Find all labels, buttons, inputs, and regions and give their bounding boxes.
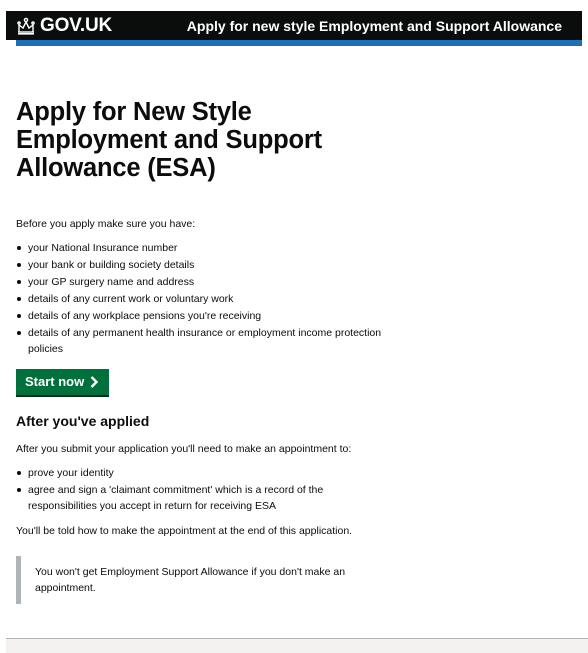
- appointment-info-text: You'll be told how to make the appointme…: [16, 525, 353, 537]
- page-title: Apply for New Style Employment and Suppo…: [16, 98, 322, 182]
- logo-text: GOV.UK: [40, 15, 113, 36]
- site-footer: [6, 638, 588, 653]
- service-name-link[interactable]: Apply for new style Employment and Suppo…: [187, 17, 562, 35]
- main-content: Apply for New Style Employment and Suppo…: [16, 98, 396, 604]
- crown-icon: [16, 17, 36, 35]
- list-item: prove your identity: [17, 465, 388, 481]
- list-item: your GP surgery name and address: [17, 274, 388, 290]
- chevron-right-icon: [90, 376, 99, 388]
- start-now-button[interactable]: Start now: [16, 369, 110, 395]
- list-item: your National Insurance number: [17, 240, 388, 256]
- intro-text: Before you apply make sure you have:: [16, 218, 196, 230]
- header-accent-bar: [16, 40, 582, 46]
- list-item: details of any current work or voluntary…: [17, 291, 388, 307]
- list-item: details of any permanent health insuranc…: [17, 325, 388, 357]
- start-button-label: Start now: [25, 374, 85, 389]
- site-header: GOV.UK Apply for new style Employment an…: [6, 11, 582, 40]
- list-item: agree and sign a 'claimant commitment' w…: [17, 482, 388, 514]
- after-intro-text: After you submit your application you'll…: [16, 443, 352, 455]
- inset-text: You won't get Employment Support Allowan…: [35, 566, 346, 594]
- inset-warning: You won't get Employment Support Allowan…: [16, 556, 383, 604]
- list-item: details of any workplace pensions you're…: [17, 308, 388, 324]
- after-applied-heading: After you've applied: [16, 413, 150, 429]
- requirements-list: your National Insurance number your bank…: [16, 240, 388, 358]
- list-item: your bank or building society details: [17, 257, 388, 273]
- after-list: prove your identity agree and sign a 'cl…: [16, 465, 388, 515]
- govuk-logo-link[interactable]: GOV.UK: [16, 15, 112, 37]
